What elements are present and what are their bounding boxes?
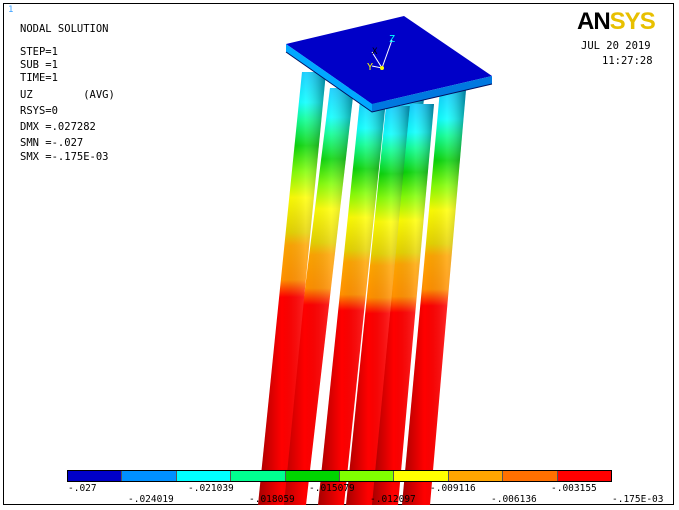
triad-y-label: Y: [367, 62, 373, 73]
legend-swatch: [176, 471, 232, 481]
triad-z-label: Z: [389, 34, 395, 45]
legend-swatch: [122, 471, 177, 481]
legend-swatch: [448, 471, 504, 481]
legend-swatch: [340, 471, 395, 481]
legend-label: -.003155: [551, 483, 597, 494]
pile-model-contour[interactable]: Z X Y: [0, 0, 679, 510]
legend-label: -.015079: [309, 483, 355, 494]
legend-swatch: [68, 471, 123, 481]
legend-label: -.021039: [188, 483, 234, 494]
legend-swatch: [503, 471, 558, 481]
legend-label: -.009116: [430, 483, 476, 494]
legend-label: -.006136: [491, 494, 537, 505]
legend-swatch: [231, 471, 286, 481]
legend-label: -.175E-03: [612, 494, 664, 505]
legend-swatch: [557, 471, 612, 481]
legend-label: -.027: [68, 483, 97, 494]
ansys-graphics-window: 1 ANSYS NODAL SOLUTION STEP=1 SUB =1 TIM…: [0, 0, 679, 510]
legend-swatch: [394, 471, 449, 481]
legend-label: -.024019: [128, 494, 174, 505]
contour-legend-bar: [67, 470, 612, 482]
legend-label: -.012097: [370, 494, 416, 505]
triad-x-label: X: [372, 47, 378, 57]
legend-swatch: [285, 471, 341, 481]
legend-label: -.018059: [249, 494, 295, 505]
